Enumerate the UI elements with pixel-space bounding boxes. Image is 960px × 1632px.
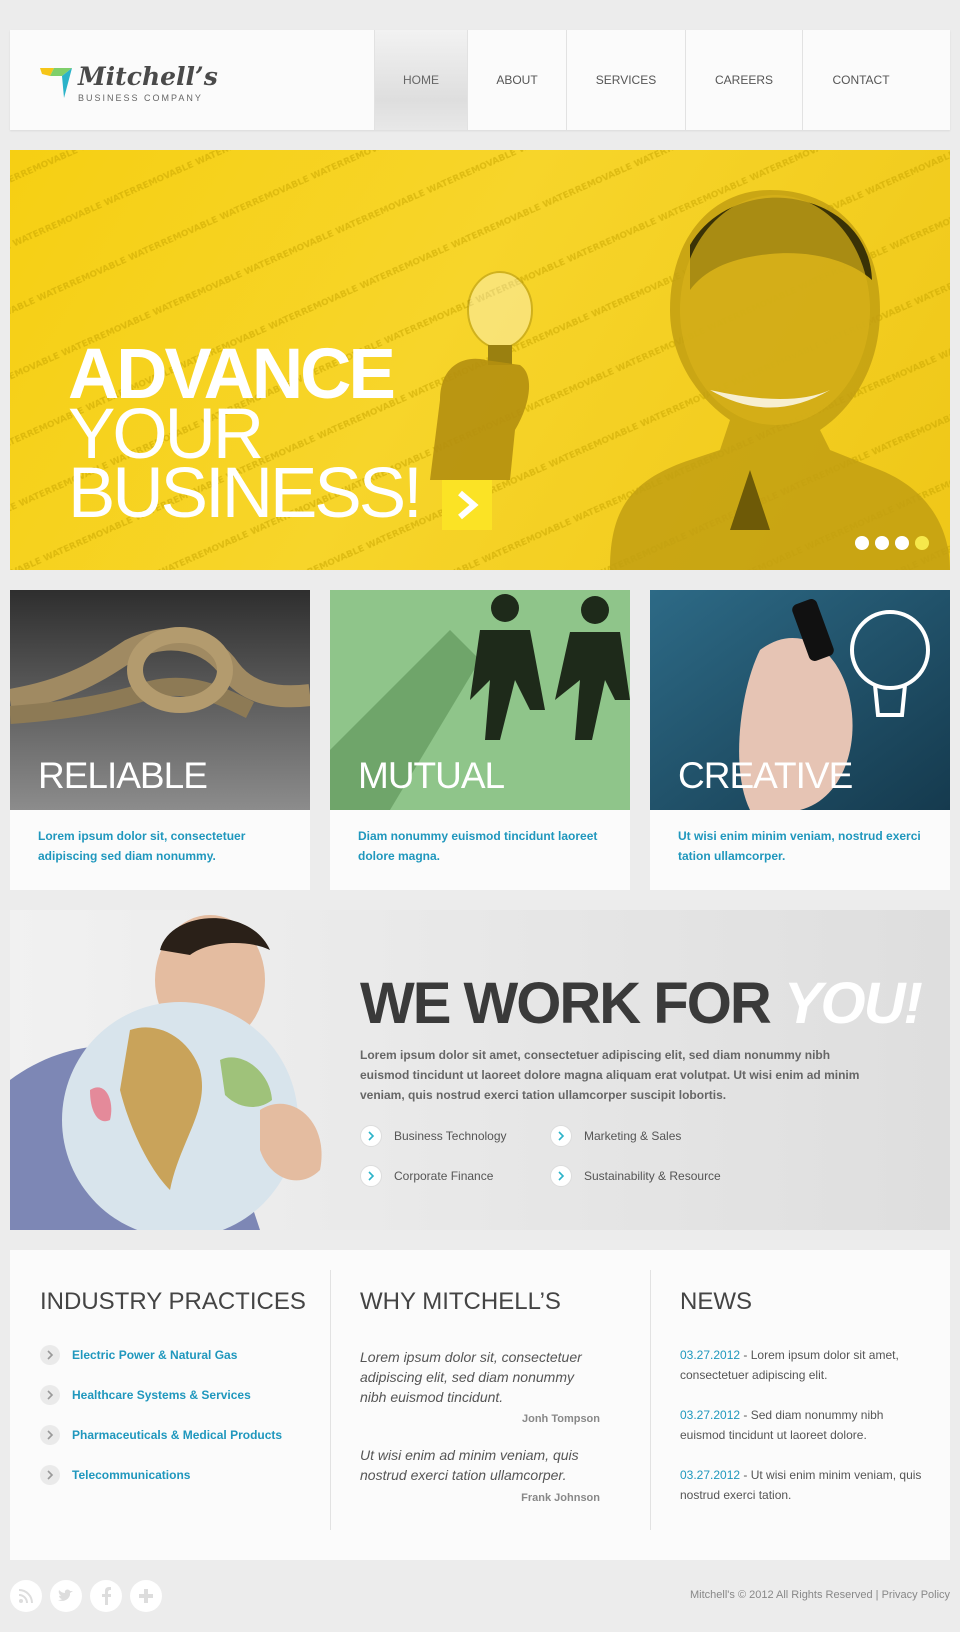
feature-title: CREATIVE <box>678 755 853 796</box>
service-label: Corporate Finance <box>394 1169 494 1183</box>
slider-dot-4[interactable] <box>915 536 929 550</box>
feature-card-reliable[interactable]: RELIABLE Lorem ipsum dolor sit, consecte… <box>10 590 310 890</box>
industry-link-label: Healthcare Systems & Services <box>72 1388 251 1402</box>
service-label: Business Technology <box>394 1129 507 1143</box>
chevron-right-icon <box>40 1465 60 1485</box>
chevron-right-icon <box>40 1385 60 1405</box>
hero-line-3: BUSINESS! <box>68 454 423 533</box>
rss-icon[interactable] <box>10 1580 42 1612</box>
we-work-title: WE WORK FOR YOU! <box>360 970 923 1037</box>
copyright-text: Mitchell's © 2012 All Rights Reserved | <box>690 1589 882 1601</box>
slider-dot-1[interactable] <box>855 536 869 550</box>
we-work-title-accent: YOU! <box>783 971 923 1036</box>
globe-man-image <box>10 915 322 1230</box>
privacy-policy-link[interactable]: Privacy Policy <box>882 1589 950 1601</box>
chevron-right-icon <box>40 1345 60 1365</box>
industry-link-label: Telecommunications <box>72 1468 191 1482</box>
industry-link[interactable]: Electric Power & Natural Gas <box>40 1345 237 1365</box>
testimonial-author: Frank Johnson <box>521 1492 600 1504</box>
news-item: 03.27.2012 - Sed diam nonummy nibh euism… <box>680 1405 925 1445</box>
industry-link-label: Electric Power & Natural Gas <box>72 1348 238 1362</box>
news-date[interactable]: 03.27.2012 <box>680 1468 740 1482</box>
logo-subtitle: BUSINESS COMPANY <box>78 93 203 103</box>
industry-practices: INDUSTRY PRACTICES Electric Power & Natu… <box>40 1270 320 1530</box>
chevron-right-icon <box>458 490 479 520</box>
slider-dot-2[interactable] <box>875 536 889 550</box>
logo[interactable]: Mitchell’s BUSINESS COMPANY <box>40 62 230 107</box>
nav-about[interactable]: ABOUT <box>467 30 566 130</box>
chevron-right-icon <box>360 1125 382 1147</box>
logo-mark-icon <box>40 68 72 98</box>
slider-dots <box>855 536 929 550</box>
info-section: INDUSTRY PRACTICES Electric Power & Natu… <box>10 1250 950 1560</box>
feature-text: Ut wisi enim minim veniam, nostrud exerc… <box>678 829 921 863</box>
nav-home[interactable]: HOME <box>374 30 467 130</box>
news-item: 03.27.2012 - Lorem ipsum dolor sit amet,… <box>680 1345 925 1385</box>
service-label: Marketing & Sales <box>584 1129 682 1143</box>
feature-card-creative[interactable]: CREATIVE Ut wisi enim minim veniam, nost… <box>650 590 950 890</box>
feature-text: Diam nonummy euismod tincidunt laoreet d… <box>358 829 598 863</box>
feature-card-mutual[interactable]: MUTUAL Diam nonummy euismod tincidunt la… <box>330 590 630 890</box>
we-work-title-main: WE WORK FOR <box>360 971 784 1036</box>
feature-text: Lorem ipsum dolor sit, consectetuer adip… <box>38 829 246 863</box>
news-title: NEWS <box>680 1288 752 1315</box>
hero-next-button[interactable] <box>442 480 492 530</box>
news: NEWS 03.27.2012 - Lorem ipsum dolor sit … <box>680 1270 930 1530</box>
why-mitchells: WHY MITCHELL’S Lorem ipsum dolor sit, co… <box>360 1270 620 1530</box>
we-work-text: Lorem ipsum dolor sit amet, consectetuer… <box>360 1048 860 1102</box>
plus-icon[interactable] <box>130 1580 162 1612</box>
testimonial-quote: Ut wisi enim ad minim veniam, quis nostr… <box>360 1447 579 1483</box>
logo-title: Mitchell’s <box>78 62 218 91</box>
industry-link[interactable]: Telecommunications <box>40 1465 190 1485</box>
why-title: WHY MITCHELL’S <box>360 1288 561 1315</box>
we-work-section: WE WORK FOR YOU! Lorem ipsum dolor sit a… <box>10 910 950 1230</box>
news-date[interactable]: 03.27.2012 <box>680 1348 740 1362</box>
industry-link[interactable]: Healthcare Systems & Services <box>40 1385 251 1405</box>
industry-link[interactable]: Pharmaceuticals & Medical Products <box>40 1425 282 1445</box>
facebook-icon[interactable] <box>90 1580 122 1612</box>
column-divider <box>330 1270 331 1530</box>
feature-title: MUTUAL <box>358 755 505 796</box>
footer-copyright: Mitchell's © 2012 All Rights Reserved | … <box>690 1589 950 1601</box>
chevron-right-icon <box>550 1165 572 1187</box>
news-date[interactable]: 03.27.2012 <box>680 1408 740 1422</box>
main-nav: HOME ABOUT SERVICES CAREERS CONTACT <box>374 30 919 130</box>
chevron-right-icon <box>550 1125 572 1147</box>
industry-link-label: Pharmaceuticals & Medical Products <box>72 1428 283 1442</box>
service-item[interactable]: Sustainability & Resource <box>550 1165 721 1187</box>
chevron-right-icon <box>360 1165 382 1187</box>
service-item[interactable]: Marketing & Sales <box>550 1125 681 1147</box>
nav-services[interactable]: SERVICES <box>566 30 685 130</box>
service-item[interactable]: Business Technology <box>360 1125 507 1147</box>
nav-contact[interactable]: CONTACT <box>802 30 919 130</box>
chevron-right-icon <box>40 1425 60 1445</box>
slider-dot-3[interactable] <box>895 536 909 550</box>
column-divider <box>650 1270 651 1530</box>
testimonial-quote: Lorem ipsum dolor sit, consectetuer adip… <box>360 1349 582 1405</box>
testimonial-author: Jonh Tompson <box>521 1413 600 1425</box>
site-header: Mitchell’s BUSINESS COMPANY HOME ABOUT S… <box>10 30 950 130</box>
nav-careers[interactable]: CAREERS <box>685 30 802 130</box>
hero-slider: REMOVABLE WATERMARK ADVANCE YOUR BUSINES… <box>10 150 950 570</box>
service-label: Sustainability & Resource <box>584 1169 721 1183</box>
industry-title: INDUSTRY PRACTICES <box>40 1288 306 1315</box>
twitter-icon[interactable] <box>50 1580 82 1612</box>
feature-title: RELIABLE <box>38 755 208 796</box>
service-item[interactable]: Corporate Finance <box>360 1165 493 1187</box>
news-item: 03.27.2012 - Ut wisi enim minim veniam, … <box>680 1465 925 1505</box>
